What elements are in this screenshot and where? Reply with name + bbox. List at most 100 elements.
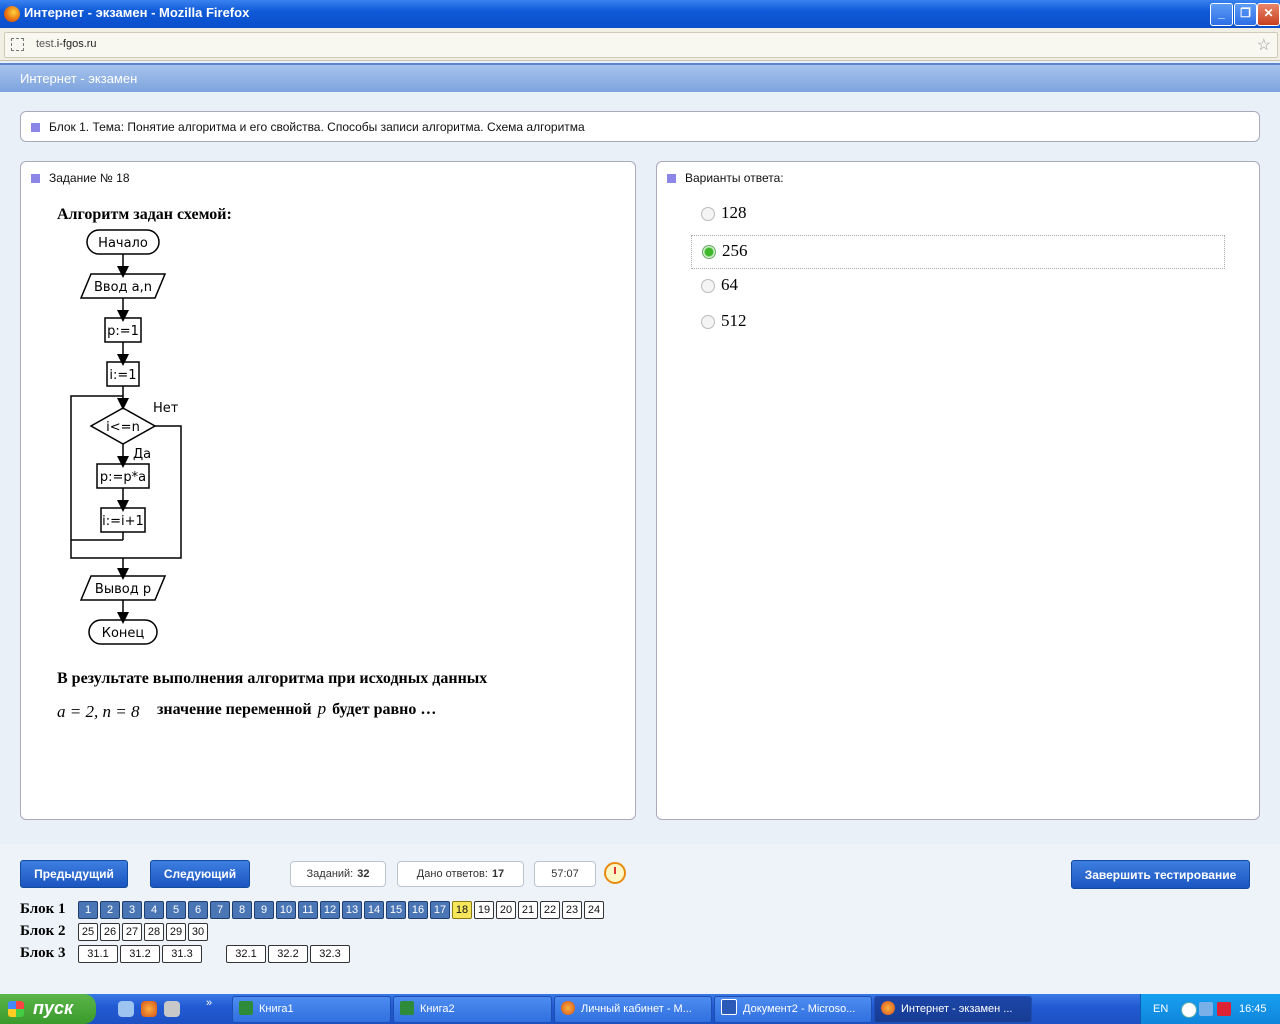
firefox-icon	[4, 6, 20, 22]
task-cell[interactable]: 3	[122, 901, 142, 919]
network-icon[interactable]	[1199, 1002, 1213, 1016]
task-text-line2: значение переменной p будет равно …	[157, 699, 437, 718]
flow-init-i-label: i:=1	[109, 368, 136, 383]
task-cell[interactable]: 17	[430, 901, 450, 919]
prev-button[interactable]: Предыдущий	[20, 860, 128, 888]
task-cell[interactable]: 15	[386, 901, 406, 919]
radio-button-checked[interactable]	[702, 245, 716, 259]
answer-label: 512	[721, 311, 747, 330]
task-cell[interactable]: 21	[518, 901, 538, 919]
url-bar[interactable]: test.i-fgos.ru ☆	[4, 32, 1278, 58]
task-heading: Задание № 18	[49, 171, 130, 185]
task-cell[interactable]: 16	[408, 901, 428, 919]
taskbar-item[interactable]: Личный кабинет - М...	[554, 996, 712, 1023]
minimize-button[interactable]: _	[1210, 3, 1233, 26]
task-cell[interactable]: 32.2	[268, 945, 308, 963]
flow-body-label: p:=p*a	[100, 470, 146, 485]
navigation-bar: test.i-fgos.ru ☆	[0, 28, 1280, 61]
task-cell[interactable]: 25	[78, 923, 98, 941]
taskbar-item-active[interactable]: Интернет - экзамен ...	[874, 996, 1032, 1023]
taskbar-item[interactable]: Книга2	[393, 996, 552, 1023]
task-cell[interactable]: 32.1	[226, 945, 266, 963]
bookmark-star-icon[interactable]: ☆	[1257, 35, 1271, 55]
radio-button[interactable]	[701, 207, 715, 221]
flow-init-p-label: p:=1	[107, 324, 139, 339]
flow-input-label: Ввод a,n	[94, 280, 152, 295]
next-button[interactable]: Следующий	[150, 860, 250, 888]
url-text[interactable]: test.i-fgos.ru	[36, 38, 97, 50]
task-cell[interactable]: 10	[276, 901, 296, 919]
app-title: Интернет - экзамен	[20, 71, 138, 86]
flow-start-label: Начало	[98, 236, 148, 251]
language-indicator[interactable]: EN	[1153, 1003, 1168, 1015]
radio-button[interactable]	[701, 315, 715, 329]
radio-button[interactable]	[701, 279, 715, 293]
answer-option[interactable]: 128	[691, 198, 1223, 230]
flow-no-label: Нет	[153, 401, 179, 416]
block-1-label: Блок 1	[20, 901, 66, 917]
task-cell[interactable]: 31.2	[120, 945, 160, 963]
task-cell[interactable]: 7	[210, 901, 230, 919]
answer-option[interactable]: 64	[691, 270, 1223, 302]
clock: 16:45	[1239, 1003, 1267, 1015]
taskbar-item[interactable]: Книга1	[232, 996, 391, 1023]
quicklaunch-more-icon[interactable]: »	[206, 997, 212, 1009]
antivirus-icon[interactable]	[1217, 1002, 1231, 1016]
answers-heading: Варианты ответа:	[685, 171, 784, 185]
bullet-square-icon	[667, 174, 676, 183]
task-cell[interactable]: 1	[78, 901, 98, 919]
answer-label: 256	[722, 241, 748, 260]
block-title-panel: Блок 1. Тема: Понятие алгоритма и его св…	[20, 111, 1260, 142]
firefox-icon	[881, 1001, 895, 1015]
flow-yes-label: Да	[133, 447, 151, 462]
windows-flag-icon	[8, 1001, 24, 1017]
firefox-quicklaunch-icon[interactable]	[141, 1001, 157, 1017]
task-cell[interactable]: 24	[584, 901, 604, 919]
start-button[interactable]: пуск	[0, 994, 96, 1024]
system-tray: EN 16:45	[1140, 994, 1280, 1024]
task-cell[interactable]: 32.3	[310, 945, 350, 963]
window-title: Интернет - экзамен - Mozilla Firefox	[24, 5, 250, 20]
task-cell[interactable]: 2	[100, 901, 120, 919]
task-variable: p	[317, 699, 327, 718]
task-cell[interactable]: 11	[298, 901, 318, 919]
task-cell[interactable]: 14	[364, 901, 384, 919]
task-cell[interactable]: 22	[540, 901, 560, 919]
task-cell[interactable]: 26	[100, 923, 120, 941]
flow-increment-label: i:=i+1	[102, 514, 144, 529]
flow-condition-label: i<=n	[106, 420, 140, 435]
answer-option[interactable]: 512	[691, 306, 1223, 338]
task-cell[interactable]: 6	[188, 901, 208, 919]
task-cell[interactable]: 5	[166, 901, 186, 919]
flow-end-label: Конец	[102, 626, 145, 641]
site-identity-icon[interactable]	[11, 38, 24, 51]
task-cell[interactable]: 27	[122, 923, 142, 941]
task-cell[interactable]: 29	[166, 923, 186, 941]
alarm-clock-icon	[604, 862, 626, 884]
block-2-task-list: 25 26 27 28 29 30	[78, 923, 210, 941]
task-cell[interactable]: 12	[320, 901, 340, 919]
task-cell[interactable]: 4	[144, 901, 164, 919]
task-cell[interactable]: 13	[342, 901, 362, 919]
task-cell-current[interactable]: 18	[452, 901, 472, 919]
answer-option-selected[interactable]: 256	[691, 235, 1225, 269]
task-cell[interactable]: 31.3	[162, 945, 202, 963]
task-cell[interactable]: 8	[232, 901, 252, 919]
task-cell[interactable]: 20	[496, 901, 516, 919]
task-panel: Задание № 18 Алгоритм задан схемой: Нача…	[20, 161, 636, 820]
taskbar-item[interactable]: Документ2 - Microso...	[714, 996, 872, 1023]
tray-arrow-icon[interactable]	[1181, 1002, 1197, 1018]
task-cell[interactable]: 28	[144, 923, 164, 941]
bullet-square-icon	[31, 123, 40, 132]
finish-test-button[interactable]: Завершить тестирование	[1071, 860, 1250, 889]
ie-quicklaunch-icon[interactable]	[118, 1001, 134, 1017]
maximize-button[interactable]: ❐	[1234, 3, 1257, 26]
task-cell[interactable]: 31.1	[78, 945, 118, 963]
task-cell[interactable]: 23	[562, 901, 582, 919]
task-cell[interactable]: 19	[474, 901, 494, 919]
task-cell[interactable]: 9	[254, 901, 274, 919]
task-cell[interactable]: 30	[188, 923, 208, 941]
answer-label: 64	[721, 275, 738, 294]
app-quicklaunch-icon[interactable]	[164, 1001, 180, 1017]
close-button[interactable]: ✕	[1257, 3, 1280, 26]
